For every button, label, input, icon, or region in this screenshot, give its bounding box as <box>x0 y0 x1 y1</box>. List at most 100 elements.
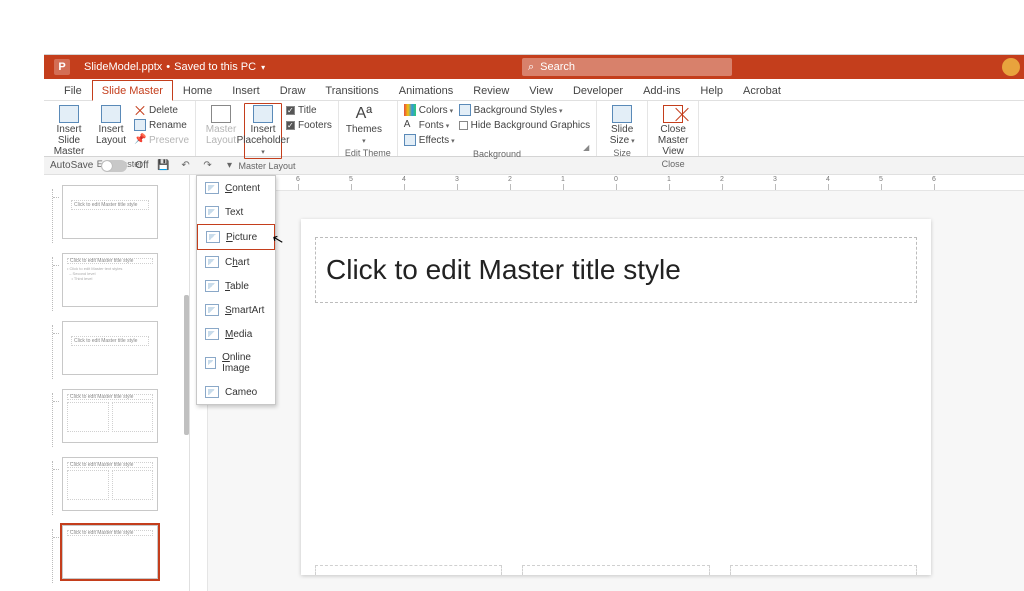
placeholder-dropdown: Content Text Picture Chart Table SmartAr… <box>196 175 276 405</box>
layout-thumb-4[interactable]: Click to edit Master title style <box>62 389 158 443</box>
close-icon <box>663 105 683 123</box>
group-edit-master: Insert Slide Master Insert Layout Delete… <box>44 101 196 156</box>
table-icon <box>205 280 219 292</box>
tab-animations[interactable]: Animations <box>389 80 463 100</box>
placeholder-chart[interactable]: Chart <box>197 250 275 274</box>
ribbon-tabs: File Slide Master Home Insert Draw Trans… <box>44 79 1024 101</box>
effects-icon <box>404 134 416 146</box>
tab-transitions[interactable]: Transitions <box>315 80 388 100</box>
insert-slide-master-button[interactable]: Insert Slide Master <box>50 103 88 157</box>
horizontal-ruler: 6 5 4 3 2 1 0 1 2 3 4 5 6 <box>208 175 1024 191</box>
main-area: Content Text Picture Chart Table SmartAr… <box>44 175 1024 591</box>
colors-button[interactable]: Colors <box>404 103 455 117</box>
text-icon <box>205 206 219 218</box>
close-master-view-button[interactable]: Close Master View <box>654 103 692 157</box>
fonts-button[interactable]: AFonts <box>404 118 455 132</box>
smartart-icon <box>205 304 219 316</box>
master-slide[interactable]: Click to edit Master title style <box>301 219 931 575</box>
tab-slide-master[interactable]: Slide Master <box>92 80 173 101</box>
layout-thumb-6[interactable]: Click to edit Master title style <box>62 525 158 579</box>
placeholder-text[interactable]: Text <box>197 200 275 224</box>
placeholder-picture[interactable]: Picture <box>197 224 275 250</box>
placeholder-cameo[interactable]: Cameo <box>197 380 275 404</box>
group-label: Edit Theme <box>345 146 391 160</box>
layout-thumb-5[interactable]: Click to edit Master title style <box>62 457 158 511</box>
content-icon <box>205 182 219 194</box>
group-label: Close <box>654 157 692 171</box>
user-avatar[interactable] <box>1002 58 1020 76</box>
slide-canvas[interactable]: Click to edit Master title style <box>208 191 1024 591</box>
layout-thumb-1[interactable]: Click to edit Master title style <box>62 185 158 239</box>
delete-icon <box>134 104 146 116</box>
tab-developer[interactable]: Developer <box>563 80 633 100</box>
hide-background-checkbox[interactable]: Hide Background Graphics <box>459 118 591 132</box>
cameo-icon <box>205 386 219 398</box>
slide-master-icon <box>59 105 79 123</box>
placeholder-icon <box>253 105 273 123</box>
search-box[interactable]: ⌕ <box>522 58 732 76</box>
effects-button[interactable]: Effects <box>404 133 455 147</box>
background-styles-button[interactable]: Background Styles <box>459 103 591 117</box>
app-icon: P <box>54 59 70 75</box>
group-label: Master Layout <box>202 159 332 173</box>
insert-placeholder-button[interactable]: Insert Placeholder <box>244 103 282 159</box>
bg-styles-icon <box>459 104 471 116</box>
layout-thumb-2[interactable]: Click to edit Master title style• Click … <box>62 253 158 307</box>
preserve-icon: 📌 <box>134 134 146 146</box>
layout-thumb-3[interactable]: Click to edit Master title style <box>62 321 158 375</box>
placeholder-content[interactable]: Content <box>197 176 275 200</box>
title-placeholder[interactable]: Click to edit Master title style <box>315 237 917 303</box>
colors-icon <box>404 104 416 116</box>
media-icon <box>205 328 219 340</box>
tab-draw[interactable]: Draw <box>270 80 316 100</box>
footer-placeholders <box>315 565 917 575</box>
layout-icon <box>101 105 121 123</box>
search-icon: ⌕ <box>528 61 534 74</box>
tab-insert[interactable]: Insert <box>222 80 270 100</box>
themes-icon: Aª <box>354 105 374 123</box>
tab-acrobat[interactable]: Acrobat <box>733 80 791 100</box>
ribbon: Insert Slide Master Insert Layout Delete… <box>44 101 1024 157</box>
group-size: Slide Size Size <box>597 101 648 156</box>
placeholder-smartart[interactable]: SmartArt <box>197 298 275 322</box>
tab-review[interactable]: Review <box>463 80 519 100</box>
slide-editor: 6 5 4 3 2 1 0 1 2 3 4 5 6 Click to edit … <box>190 175 1024 591</box>
rename-button[interactable]: Rename <box>134 118 189 132</box>
tab-view[interactable]: View <box>519 80 563 100</box>
autosave-toggle[interactable] <box>101 160 127 172</box>
themes-button[interactable]: Aª Themes <box>345 103 383 146</box>
footers-checkbox[interactable]: Footers <box>286 118 332 132</box>
title-checkbox[interactable]: Title <box>286 103 332 117</box>
group-master-layout: Master Layout Insert Placeholder Title F… <box>196 101 339 156</box>
group-background: Colors AFonts Effects Background Styles … <box>398 101 597 156</box>
online-image-icon <box>205 357 216 369</box>
rename-icon <box>134 119 146 131</box>
insert-layout-button[interactable]: Insert Layout <box>92 103 130 146</box>
dialog-launcher[interactable]: ◢ <box>583 143 593 153</box>
placeholder-online-image[interactable]: Online Image <box>197 346 275 380</box>
master-layout-button: Master Layout <box>202 103 240 146</box>
search-input[interactable] <box>540 61 726 73</box>
group-label: Size <box>603 146 641 160</box>
tab-file[interactable]: File <box>54 80 92 100</box>
placeholder-media[interactable]: Media <box>197 322 275 346</box>
title-bar: P SlideModel.pptx • Saved to this PC ⌕ <box>44 55 1024 79</box>
saved-status[interactable]: Saved to this PC <box>174 61 265 73</box>
picture-icon <box>206 231 220 243</box>
delete-button[interactable]: Delete <box>134 103 189 117</box>
placeholder-table[interactable]: Table <box>197 274 275 298</box>
slide-thumbnails[interactable]: Click to edit Master title style Click t… <box>44 175 190 591</box>
tab-help[interactable]: Help <box>690 80 733 100</box>
chart-icon <box>205 256 219 268</box>
group-close: Close Master View Close <box>648 101 699 156</box>
fonts-icon: A <box>404 119 416 131</box>
group-label: Background <box>404 147 590 161</box>
preserve-button: 📌Preserve <box>134 133 189 147</box>
master-layout-icon <box>211 105 231 123</box>
slide-size-button[interactable]: Slide Size <box>603 103 641 146</box>
group-edit-theme: Aª Themes Edit Theme <box>339 101 398 156</box>
slide-size-icon <box>612 105 632 123</box>
tab-home[interactable]: Home <box>173 80 222 100</box>
tab-addins[interactable]: Add-ins <box>633 80 690 100</box>
document-title: SlideModel.pptx <box>84 61 162 73</box>
